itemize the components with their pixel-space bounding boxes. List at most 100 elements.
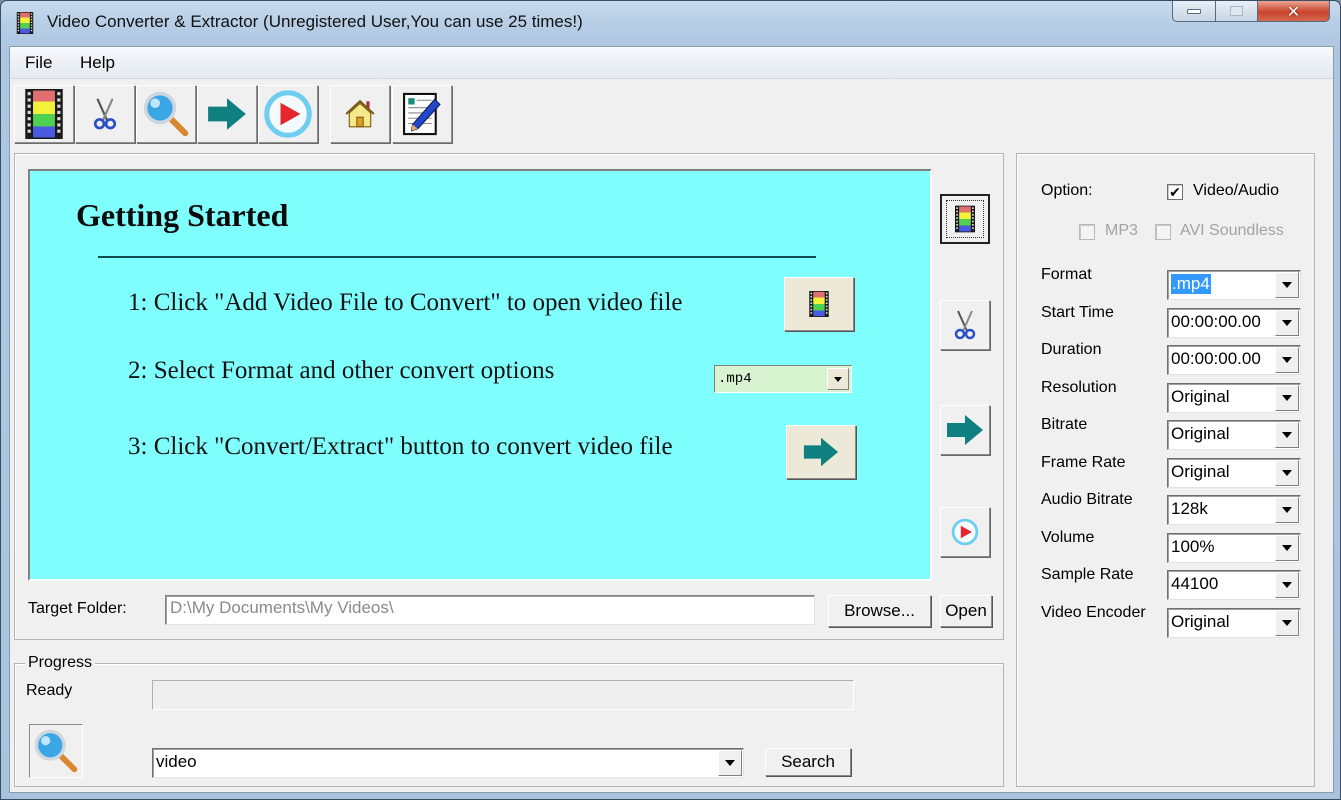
bitrate-combo[interactable]: Original [1167,420,1301,450]
side-cut-button[interactable] [940,300,990,350]
magnifier-icon [33,728,79,774]
step-1-text: 1: Click "Add Video File to Convert" to … [128,289,683,316]
chevron-down-icon [1282,432,1292,438]
format-label: Format [1041,266,1092,283]
toolbar-play-button[interactable] [258,85,318,143]
chevron-down-icon [1282,469,1292,476]
target-folder-label: Target Folder: [28,600,127,617]
toolbar [10,83,1333,145]
toolbar-search-button[interactable] [136,85,196,143]
menu-help[interactable]: Help [76,53,119,73]
toolbar-add-video-button[interactable] [14,85,74,143]
avi-soundless-checkbox[interactable] [1155,224,1171,240]
chevron-down-icon [1282,507,1292,513]
bitrate-dropdown-button[interactable] [1275,422,1299,448]
maximize-button[interactable] [1216,1,1258,22]
sample-rate-combo[interactable]: 44100 [1167,570,1301,600]
browse-button[interactable]: Browse... [828,595,931,627]
app-window: Video Converter & Extractor (Unregistere… [0,0,1341,800]
menu-file[interactable]: File [21,53,56,73]
video-encoder-label: Video Encoder [1041,603,1146,621]
arrow-right-icon [206,96,248,132]
client-area: File Help Getting Started 1: Click "Add … [9,46,1334,793]
chevron-down-icon [1282,357,1292,363]
progress-bar [152,680,854,710]
search-combo-dropdown[interactable] [718,750,742,776]
video-encoder-dropdown-button[interactable] [1275,609,1299,636]
format-combo-value: .mp4 [718,371,752,387]
menu-bar: File Help [10,47,1333,79]
resolution-combo[interactable]: Original [1167,382,1301,413]
options-panel: Option: ✔ Video/Audio MP3 AVI Soundless … [1016,153,1315,787]
video-encoder-combo[interactable]: Original [1167,607,1301,638]
magnifier-icon [142,90,190,138]
audio-bitrate-combo[interactable]: 128k [1167,495,1301,525]
toolbar-home-button[interactable] [330,85,390,143]
play-circle-icon [263,89,313,139]
main-frame: Getting Started 1: Click "Add Video File… [14,153,1004,640]
combo-dropdown-button[interactable] [827,368,849,390]
step-1-add-video-button[interactable] [784,277,854,331]
chevron-down-icon [725,760,735,766]
duration-dropdown-button[interactable] [1275,347,1299,373]
bitrate-label: Bitrate [1041,416,1088,433]
minimize-icon [1187,8,1201,14]
mp3-checkbox[interactable] [1079,224,1095,240]
progress-status: Ready [26,682,73,699]
resolution-dropdown-button[interactable] [1275,384,1299,411]
audio-bitrate-dropdown-button[interactable] [1275,497,1299,523]
toolbar-cut-button[interactable] [75,85,135,143]
pencil-document-icon [403,92,441,136]
house-icon [343,97,377,131]
arrow-right-icon [802,436,840,468]
maximize-icon [1230,6,1243,16]
close-button[interactable]: ✕ [1258,1,1330,22]
toolbar-edit-button[interactable] [392,85,452,143]
start-time-dropdown-button[interactable] [1275,309,1299,336]
sample-rate-value: 44100 [1171,574,1219,593]
format-value: .mp4 [1171,274,1211,294]
chevron-down-icon [1282,282,1292,288]
option-label: Option: [1041,182,1093,199]
scissors-icon [953,308,977,342]
getting-started-panel: Getting Started 1: Click "Add Video File… [28,169,932,581]
chevron-down-icon [1282,619,1292,626]
target-folder-input[interactable]: D:\My Documents\My Videos\ [165,595,815,625]
resolution-label: Resolution [1041,378,1117,396]
sample-rate-dropdown-button[interactable] [1275,572,1299,598]
minimize-button[interactable] [1172,1,1216,22]
title-divider [98,256,816,258]
frame-rate-label: Frame Rate [1041,453,1126,471]
open-button[interactable]: Open [940,595,992,627]
checkmark-icon: ✔ [1169,183,1181,200]
frame-rate-combo[interactable]: Original [1167,457,1301,488]
close-icon: ✕ [1286,1,1301,21]
side-add-video-button[interactable] [940,194,990,244]
step-3-convert-button[interactable] [786,425,856,479]
getting-started-title: Getting Started [76,197,289,233]
scissors-icon [92,96,118,132]
search-icon-box [29,724,83,778]
window-title: Video Converter & Extractor (Unregistere… [47,12,583,31]
search-combo[interactable]: video [152,748,744,778]
side-convert-button[interactable] [940,405,990,455]
volume-dropdown-button[interactable] [1275,534,1299,561]
start-time-label: Start Time [1041,303,1114,321]
focus-ring [946,200,984,238]
audio-bitrate-label: Audio Bitrate [1041,491,1133,508]
video-encoder-value: Original [1171,611,1230,631]
step-2-format-combo[interactable]: .mp4 [714,365,852,393]
frame-rate-value: Original [1171,461,1230,481]
search-button[interactable]: Search [765,748,851,776]
search-combo-value: video [156,752,197,771]
format-dropdown-button[interactable] [1275,272,1299,298]
chevron-down-icon [1282,582,1292,588]
format-combo[interactable]: .mp4 [1167,270,1301,300]
toolbar-convert-button[interactable] [197,85,257,143]
video-audio-checkbox[interactable]: ✔ [1167,184,1183,200]
volume-combo[interactable]: 100% [1167,532,1301,563]
start-time-combo[interactable]: 00:00:00.00 [1167,307,1301,338]
duration-combo[interactable]: 00:00:00.00 [1167,345,1301,375]
frame-rate-dropdown-button[interactable] [1275,459,1299,486]
side-play-button[interactable] [940,507,990,557]
